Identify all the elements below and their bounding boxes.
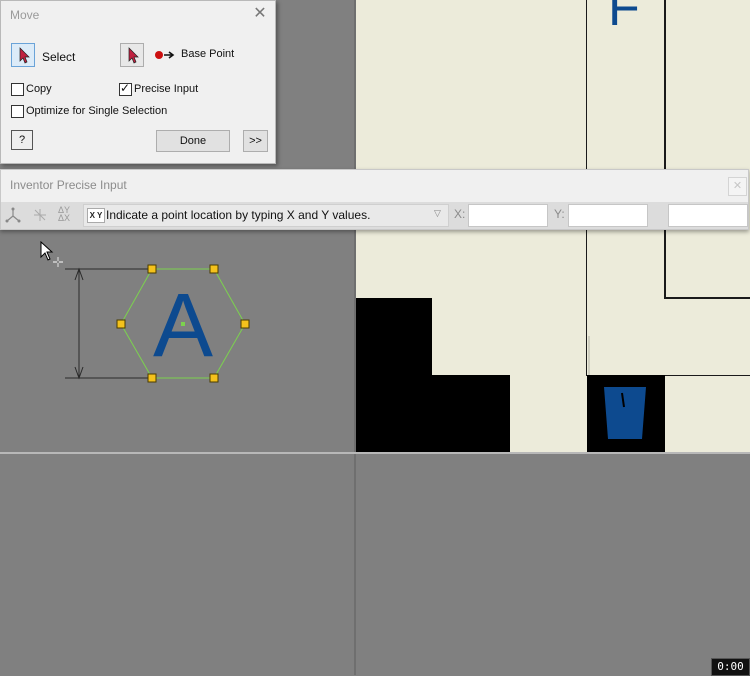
xy-mode-icon: X Y <box>87 208 105 223</box>
close-icon[interactable]: ✕ <box>728 177 747 196</box>
frame-line <box>664 0 666 299</box>
y-input[interactable] <box>568 204 648 227</box>
x-label: X: <box>454 207 466 221</box>
frame-line <box>665 375 750 376</box>
precise-input-checkbox[interactable] <box>119 81 132 96</box>
help-icon: ? <box>18 134 26 146</box>
relative-triad-icon[interactable] <box>31 207 49 223</box>
move-dialog: Move ✕ Select Base Point Copy Precise In… <box>0 0 276 164</box>
done-button[interactable]: Done <box>156 130 230 152</box>
frame-line <box>664 297 750 299</box>
close-icon[interactable]: ✕ <box>251 5 269 23</box>
chevron-down-icon: ▽ <box>434 208 441 218</box>
base-point-icon <box>155 51 175 59</box>
frame-line <box>588 336 590 376</box>
select-button[interactable] <box>11 43 35 67</box>
timer-badge: 0:00 <box>711 658 750 676</box>
black-block <box>356 298 432 452</box>
black-block <box>432 375 510 452</box>
viewport-divider-horizontal <box>0 452 750 454</box>
select-arrow-icon <box>128 47 139 64</box>
precise-input-toolbar: Inventor Precise Input ✕ ΔY ΔX X Y Indica… <box>0 169 749 230</box>
optimize-label: Optimize for Single Selection <box>26 105 168 117</box>
delta-xy-icon[interactable]: ΔY ΔX <box>58 206 70 223</box>
toolbar-title: Inventor Precise Input <box>10 178 127 192</box>
help-button[interactable]: ? <box>11 130 33 150</box>
z-input[interactable] <box>668 204 748 227</box>
copy-label: Copy <box>26 83 52 95</box>
input-mode-dropdown[interactable]: X Y Indicate a point location by typing … <box>83 204 449 227</box>
optimize-checkbox[interactable] <box>11 105 24 118</box>
dialog-title: Move <box>10 8 40 22</box>
base-point-select-button[interactable] <box>120 43 144 67</box>
more-button[interactable]: >> <box>243 130 268 152</box>
prompt-text: Indicate a point location by typing X an… <box>106 208 371 222</box>
cursor-icon <box>40 241 63 267</box>
base-point-label: Base Point <box>181 48 235 60</box>
precise-input-label: Precise Input <box>134 83 199 95</box>
blue-symbol-icon <box>604 387 646 439</box>
copy-checkbox[interactable] <box>11 83 24 96</box>
triad-icon[interactable] <box>4 207 22 223</box>
select-arrow-icon <box>19 47 30 64</box>
select-label: Select <box>42 50 76 64</box>
y-label: Y: <box>554 207 565 221</box>
sketch-letter: A <box>153 276 214 376</box>
viewport-divider-vertical <box>354 0 356 675</box>
top-letter: F <box>608 0 640 37</box>
x-input[interactable] <box>468 204 548 227</box>
